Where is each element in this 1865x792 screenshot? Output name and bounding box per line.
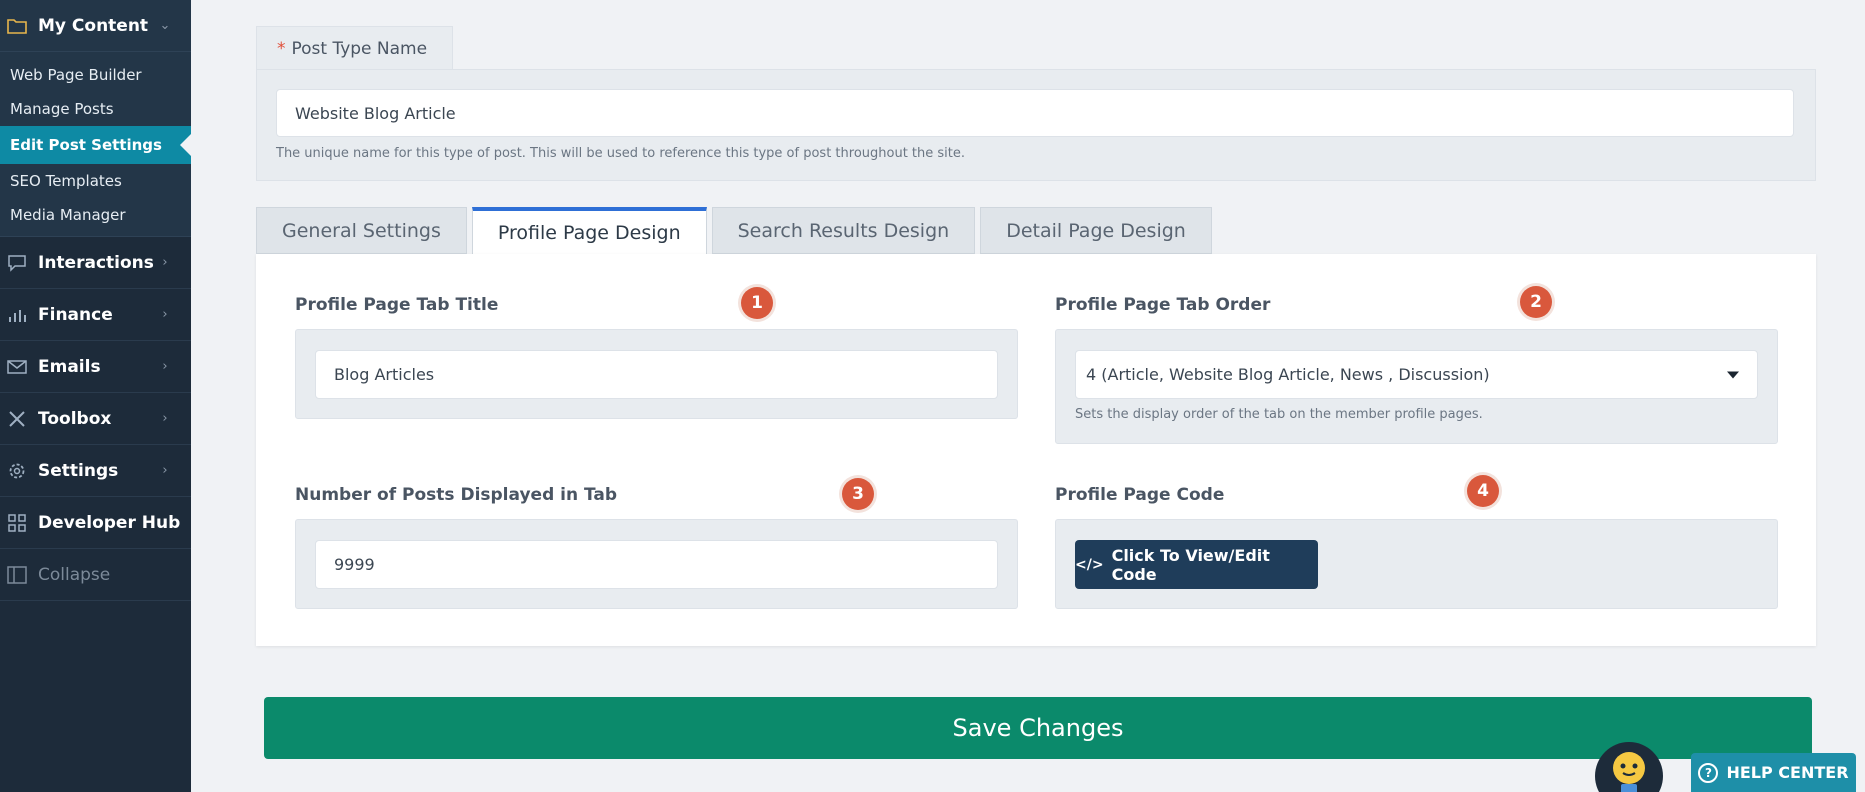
post-type-card: Website Blog Article The unique name for…: [256, 69, 1816, 181]
step-badge: 1: [741, 287, 773, 319]
tab-order-hint: Sets the display order of the tab on the…: [1075, 407, 1483, 422]
tab-profile-page-design[interactable]: Profile Page Design: [471, 207, 707, 255]
chevron-right-icon: ›: [162, 255, 168, 270]
profile-page-design-panel: Profile Page Tab Title 1 Blog Articles P…: [256, 254, 1816, 646]
sidebar-item-label: Finance: [38, 304, 113, 325]
posts-count-input[interactable]: 9999: [315, 540, 998, 589]
page-code-label: Profile Page Code: [1055, 485, 1225, 505]
sidebar-item-label: Collapse: [38, 564, 111, 585]
code-icon: </>: [1075, 556, 1104, 573]
tab-title-box: Blog Articles: [295, 329, 1018, 419]
sidebar-section-label: My Content: [38, 15, 149, 36]
sidebar-item-settings[interactable]: Settings ›: [0, 445, 191, 497]
page-code-box: </> Click To View/Edit Code: [1055, 519, 1778, 609]
help-center-button[interactable]: ? HELP CENTER: [1691, 753, 1856, 792]
tab-general-settings[interactable]: General Settings: [256, 207, 467, 254]
chevron-right-icon: ›: [162, 307, 168, 322]
sidebar-item-collapse[interactable]: Collapse: [0, 549, 191, 601]
tab-order-box: 4 (Article, Website Blog Article, News ,…: [1055, 329, 1778, 444]
sidebar-item-media-manager[interactable]: Media Manager: [0, 198, 191, 232]
sidebar-item-label: Interactions: [38, 252, 154, 273]
view-edit-code-button[interactable]: </> Click To View/Edit Code: [1075, 540, 1318, 589]
sidebar-item-label: Emails: [38, 356, 101, 377]
post-type-name-input[interactable]: Website Blog Article: [276, 89, 1794, 137]
caret-down-icon: [1727, 371, 1739, 378]
sidebar-item-label: Developer Hub: [38, 512, 181, 533]
tab-order-label: Profile Page Tab Order: [1055, 295, 1271, 315]
post-type-label-text: Post Type Name: [291, 38, 428, 59]
posts-count-label: Number of Posts Displayed in Tab: [295, 485, 618, 505]
chevron-right-icon: ›: [162, 411, 168, 426]
sidebar-item-emails[interactable]: Emails ›: [0, 341, 191, 393]
help-center-label: HELP CENTER: [1726, 763, 1849, 782]
tab-detail-page-design[interactable]: Detail Page Design: [980, 207, 1212, 254]
chat-icon: [6, 252, 28, 274]
chevron-right-icon: ›: [162, 359, 168, 374]
chevron-down-icon: ⌄: [159, 18, 171, 33]
sidebar-item-interactions[interactable]: Interactions ›: [0, 237, 191, 289]
sidebar-item-manage-posts[interactable]: Manage Posts: [0, 92, 191, 126]
folder-icon: [6, 15, 28, 37]
post-type-label: * Post Type Name: [256, 26, 453, 70]
step-badge: 3: [842, 478, 874, 510]
sidebar-item-label: Settings: [38, 460, 119, 481]
sidebar-item-developer-hub[interactable]: Developer Hub: [0, 497, 191, 549]
sidebar-item-finance[interactable]: Finance ›: [0, 289, 191, 341]
question-icon: ?: [1698, 762, 1719, 783]
sidebar-item-toolbox[interactable]: Toolbox ›: [0, 393, 191, 445]
tab-order-value: 4 (Article, Website Blog Article, News ,…: [1086, 365, 1490, 384]
bar-chart-icon: [6, 304, 28, 326]
required-mark: *: [277, 38, 286, 59]
sidebar-section-my-content[interactable]: My Content ⌄: [0, 0, 191, 52]
sidebar-item-label: Toolbox: [38, 408, 112, 429]
view-edit-code-label: Click To View/Edit Code: [1111, 545, 1270, 584]
grid-icon: [6, 512, 28, 534]
collapse-icon: [6, 564, 28, 586]
sidebar-item-web-page-builder[interactable]: Web Page Builder: [0, 58, 191, 92]
step-badge: 2: [1520, 286, 1552, 318]
save-changes-button[interactable]: Save Changes: [264, 697, 1812, 759]
chevron-right-icon: ›: [162, 463, 168, 478]
assistant-bot-icon[interactable]: [1594, 738, 1664, 792]
sidebar-item-edit-post-settings[interactable]: Edit Post Settings: [0, 126, 191, 164]
tools-icon: [6, 408, 28, 430]
tab-order-select[interactable]: 4 (Article, Website Blog Article, News ,…: [1075, 350, 1758, 399]
tab-search-results-design[interactable]: Search Results Design: [711, 207, 976, 254]
tab-title-input[interactable]: Blog Articles: [315, 350, 998, 399]
sidebar-item-seo-templates[interactable]: SEO Templates: [0, 164, 191, 198]
post-type-hint: The unique name for this type of post. T…: [276, 146, 965, 161]
design-tabs: General Settings Profile Page Design Sea…: [256, 207, 1217, 255]
sidebar: My Content ⌄ Web Page Builder Manage Pos…: [0, 0, 191, 792]
posts-count-box: 9999: [295, 519, 1018, 609]
mail-icon: [6, 356, 28, 378]
sidebar-submenu: Web Page Builder Manage Posts Edit Post …: [0, 52, 191, 237]
tab-title-label: Profile Page Tab Title: [295, 295, 499, 315]
step-badge: 4: [1467, 475, 1499, 507]
gear-icon: [6, 460, 28, 482]
